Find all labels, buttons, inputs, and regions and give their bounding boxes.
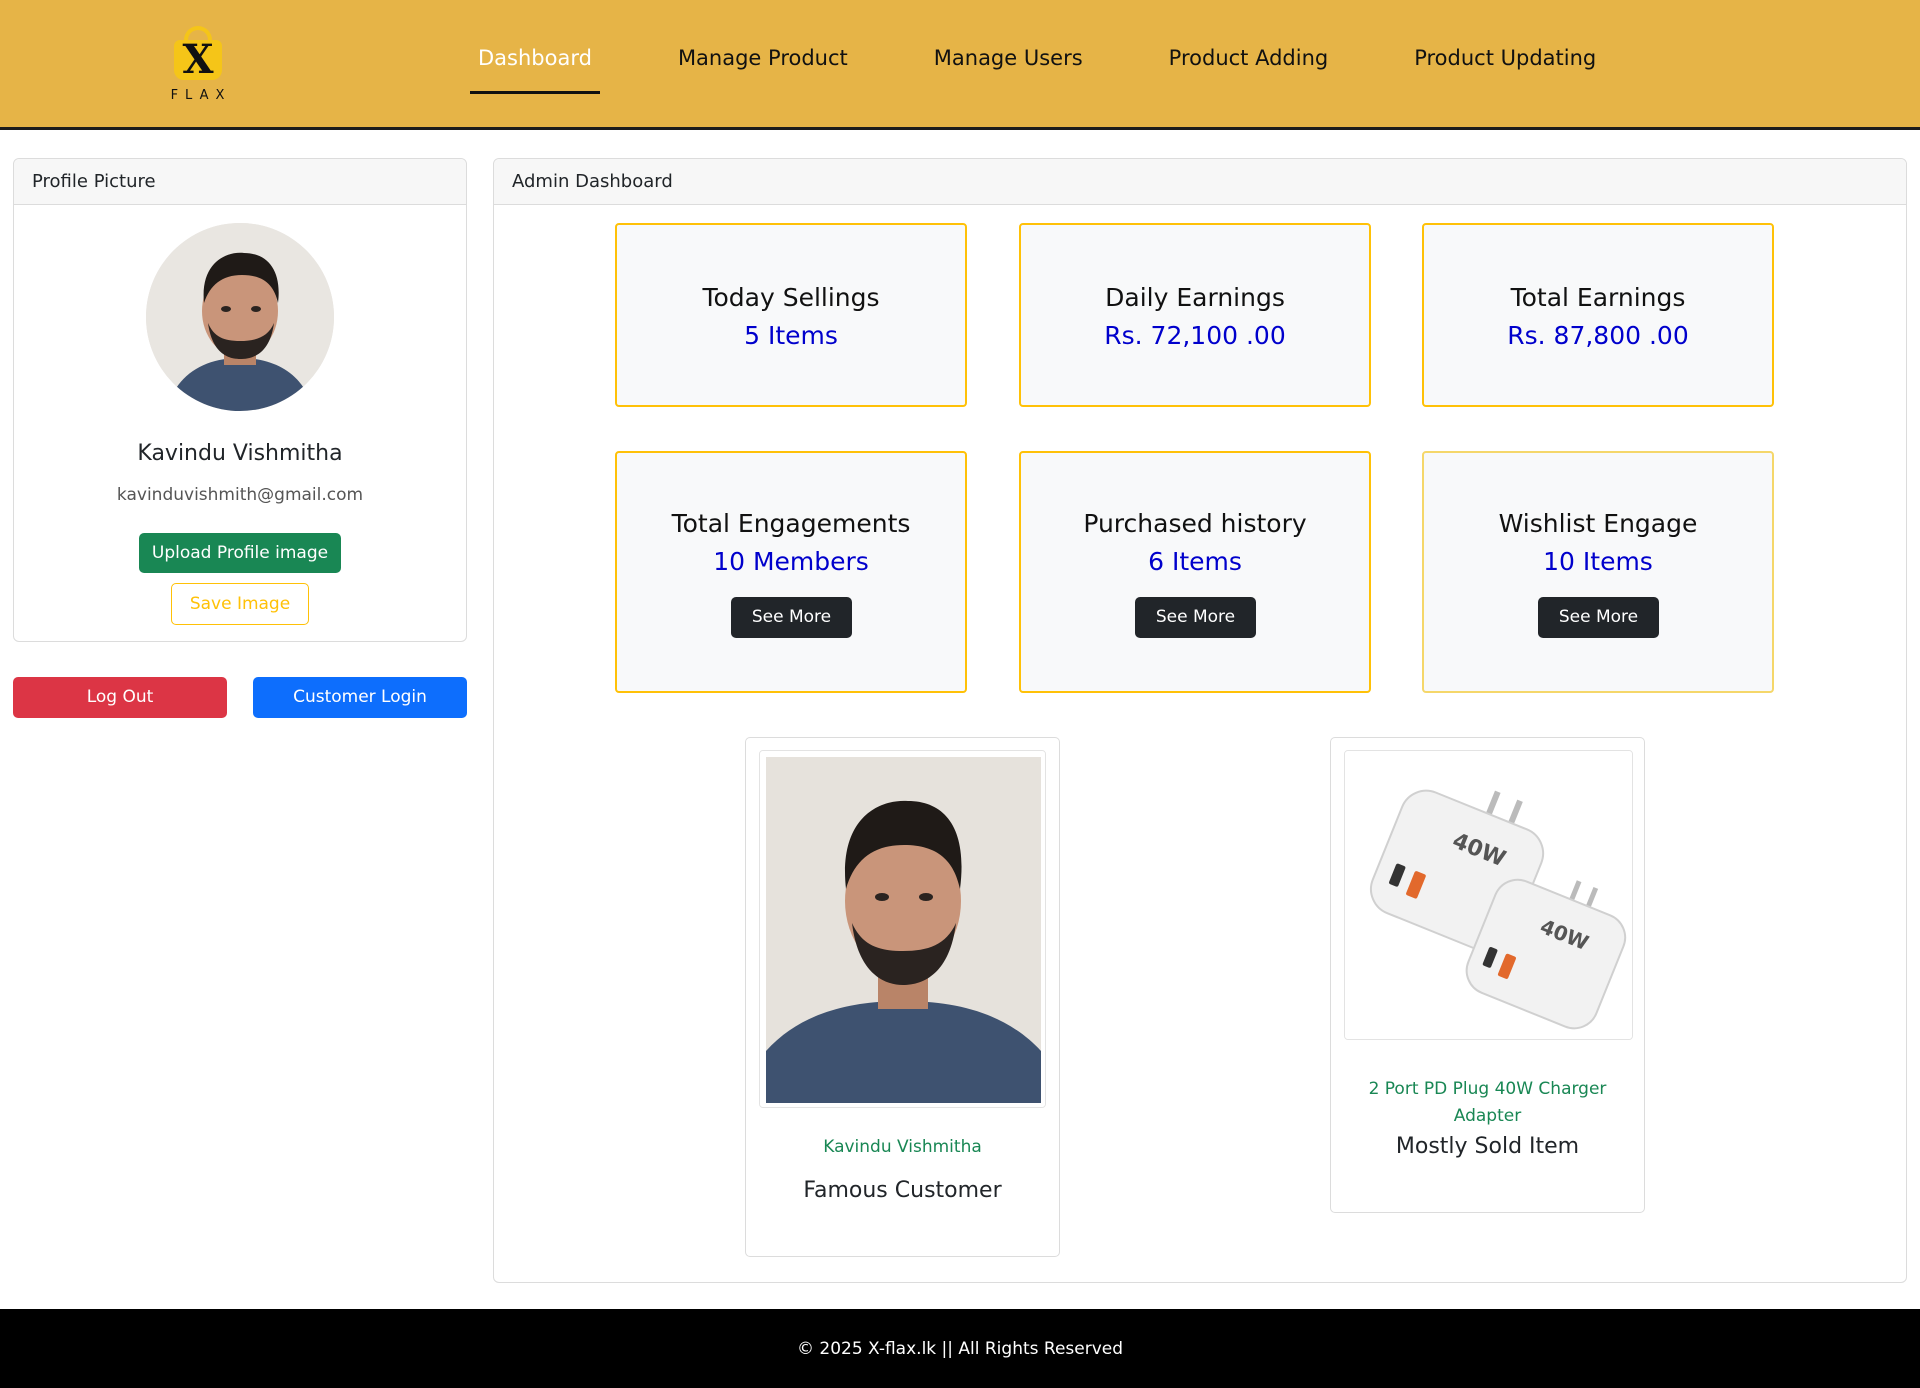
stat-title: Total Earnings	[1510, 283, 1686, 312]
famous-customer-photo	[759, 750, 1046, 1108]
stat-total-engagements: Total Engagements 10 Members See More	[615, 451, 967, 693]
brand-logo[interactable]: X FLAX	[160, 24, 236, 104]
profile-name: Kavindu Vishmitha	[137, 441, 343, 466]
nav-dashboard[interactable]: Dashboard	[470, 46, 600, 94]
stat-value: 10 Items	[1543, 547, 1653, 576]
stat-today-sellings: Today Sellings 5 Items	[615, 223, 967, 407]
most-sold-caption: Mostly Sold Item	[1395, 1134, 1580, 1159]
nav-product-adding[interactable]: Product Adding	[1161, 46, 1337, 94]
see-more-button[interactable]: See More	[1538, 597, 1659, 638]
admin-dashboard-card: Admin Dashboard Today Sellings 5 Items D…	[493, 158, 1907, 1283]
customer-login-button[interactable]: Customer Login	[253, 677, 467, 718]
famous-customer-caption: Famous Customer	[803, 1178, 1002, 1203]
footer-copyright: © 2025 X-flax.lk || All Rights Reserved	[796, 1339, 1124, 1359]
most-sold-item-card: 40W 40W 2 Port PD Plug 40W Charger Adapt…	[1330, 737, 1645, 1213]
stat-title: Total Engagements	[671, 509, 911, 538]
logo-text: FLAX	[170, 88, 232, 103]
logo-mark: X	[182, 36, 214, 83]
stat-title: Purchased history	[1083, 509, 1307, 538]
profile-email: kavinduvishmith@gmail.com	[116, 485, 364, 505]
stat-value: 5 Items	[744, 321, 838, 350]
stat-value: Rs. 87,800 .00	[1507, 321, 1689, 350]
person-portrait-icon	[146, 223, 334, 411]
stat-title: Daily Earnings	[1105, 283, 1285, 312]
see-more-button[interactable]: See More	[731, 597, 852, 638]
top-navbar: X FLAX Dashboard Manage Product Manage U…	[0, 0, 1920, 130]
profile-card: Profile Picture Kavindu Vishmitha kavind…	[13, 158, 467, 642]
stat-purchased-history: Purchased history 6 Items See More	[1019, 451, 1371, 693]
person-portrait-icon	[760, 751, 1045, 1107]
nav-manage-users[interactable]: Manage Users	[926, 46, 1091, 94]
page-footer: © 2025 X-flax.lk || All Rights Reserved	[0, 1309, 1920, 1388]
stat-value: 10 Members	[713, 547, 869, 576]
charger-adapter-icon: 40W 40W	[1345, 751, 1632, 1039]
stat-value: Rs. 72,100 .00	[1104, 321, 1286, 350]
main-nav: Dashboard Manage Product Manage Users Pr…	[470, 46, 1674, 94]
stat-value: 6 Items	[1148, 547, 1242, 576]
nav-product-updating[interactable]: Product Updating	[1406, 46, 1604, 94]
admin-dashboard-header: Admin Dashboard	[494, 159, 1906, 205]
famous-customer-name-link[interactable]: Kavindu Vishmitha	[746, 1134, 1059, 1161]
save-image-button[interactable]: Save Image	[171, 583, 309, 625]
stat-title: Wishlist Engage	[1498, 509, 1698, 538]
stat-wishlist-engage: Wishlist Engage 10 Items See More	[1422, 451, 1774, 693]
most-sold-product-photo: 40W 40W	[1344, 750, 1633, 1040]
profile-card-header: Profile Picture	[14, 159, 466, 205]
profile-avatar	[146, 223, 334, 411]
stat-title: Today Sellings	[702, 283, 880, 312]
nav-manage-product[interactable]: Manage Product	[670, 46, 856, 94]
famous-customer-card: Kavindu Vishmitha Famous Customer	[745, 737, 1060, 1257]
log-out-button[interactable]: Log Out	[13, 677, 227, 718]
stat-daily-earnings: Daily Earnings Rs. 72,100 .00	[1019, 223, 1371, 407]
upload-profile-image-button[interactable]: Upload Profile image	[139, 533, 341, 573]
stat-total-earnings: Total Earnings Rs. 87,800 .00	[1422, 223, 1774, 407]
see-more-button[interactable]: See More	[1135, 597, 1256, 638]
most-sold-product-link[interactable]: 2 Port PD Plug 40W Charger Adapter	[1361, 1076, 1614, 1130]
